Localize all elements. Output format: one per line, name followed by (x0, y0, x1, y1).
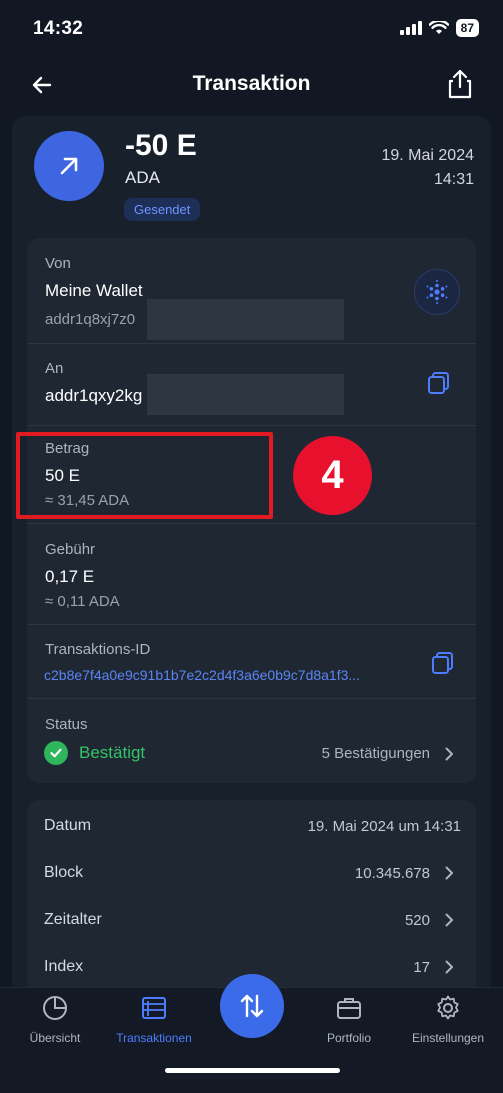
transaction-time: 14:31 (433, 171, 474, 188)
epoch-row-label[interactable]: Zeitalter (44, 911, 102, 929)
divider (27, 523, 476, 524)
txid-link[interactable]: c2b8e7f4a0e9c91b1b7e2c2d4f3a6e0b9c7d8a1f… (44, 667, 414, 683)
transaction-date: 19. Mai 2024 (381, 147, 474, 164)
block-row-label[interactable]: Block (44, 864, 83, 882)
battery-indicator: 87 (455, 19, 479, 37)
divider (27, 698, 476, 699)
signal-icon (399, 21, 422, 35)
tab-label: Übersicht (29, 1031, 81, 1045)
date-row-value: 19. Mai 2024 um 14:31 (307, 818, 461, 835)
redacted-area (147, 374, 344, 415)
chevron-right-icon[interactable] (442, 960, 456, 974)
txid-label: Transaktions-ID (45, 641, 151, 658)
block-row-value[interactable]: 10.345.678 (355, 865, 430, 882)
highlight-box (16, 432, 273, 519)
confirmations-link[interactable]: 5 Bestätigungen (322, 745, 430, 762)
from-address: addr1q8xj7z0 (45, 311, 136, 328)
share-icon[interactable] (445, 68, 475, 100)
divider (27, 425, 476, 426)
cardano-logo (414, 269, 460, 315)
status-badge: Gesendet (124, 198, 201, 221)
status-time: 14:32 (33, 18, 84, 39)
page-title: Transaktion (192, 72, 311, 95)
tab-portfolio[interactable]: Portfolio (299, 994, 399, 1045)
tab-transactions[interactable]: Transaktionen (104, 994, 204, 1045)
sent-avatar (34, 131, 104, 201)
asset-name: ADA (125, 168, 160, 187)
tab-label: Portfolio (326, 1031, 372, 1045)
redacted-area (147, 299, 344, 340)
arrow-up-right-icon (60, 157, 78, 175)
index-row-label[interactable]: Index (44, 958, 83, 976)
status-label: Status (45, 716, 88, 733)
status-icons: 87 (399, 19, 479, 37)
transaction-amount: -50 E (125, 129, 197, 162)
copy-icon[interactable] (426, 370, 452, 396)
swap-arrows-icon (240, 994, 264, 1018)
tab-settings[interactable]: Einstellungen (398, 994, 498, 1045)
to-address: addr1qxy2kg (45, 386, 143, 405)
tab-label: Einstellungen (411, 1031, 485, 1045)
swap-button[interactable] (220, 974, 284, 1038)
cardano-icon (426, 280, 448, 304)
fee-label: Gebühr (45, 541, 96, 558)
copy-icon[interactable] (430, 650, 456, 676)
tab-label: Transaktionen (116, 1031, 192, 1045)
wifi-icon (428, 21, 449, 34)
briefcase-icon (337, 998, 361, 1019)
chevron-right-icon[interactable] (442, 913, 456, 927)
check-circle-icon (44, 741, 68, 765)
divider (27, 343, 476, 344)
from-wallet-name: Meine Wallet (45, 281, 143, 300)
epoch-row-value[interactable]: 520 (405, 912, 430, 929)
index-row-value[interactable]: 17 (413, 959, 430, 976)
from-label: Von (45, 255, 71, 272)
pie-chart-icon (43, 996, 67, 1020)
home-indicator (165, 1068, 340, 1073)
tab-overview[interactable]: Übersicht (5, 994, 105, 1045)
gear-icon (437, 995, 459, 1020)
status-value: Bestätigt (79, 743, 146, 762)
fee-value: 0,17 E (45, 567, 95, 586)
divider (27, 624, 476, 625)
to-label: An (45, 360, 64, 377)
fee-converted: ≈ 0,11 ADA (45, 593, 120, 610)
chevron-right-icon[interactable] (442, 866, 456, 880)
date-row-label: Datum (44, 817, 92, 834)
list-icon (142, 997, 166, 1019)
step-marker: 4 (293, 436, 372, 515)
chevron-right-icon[interactable] (442, 747, 456, 761)
